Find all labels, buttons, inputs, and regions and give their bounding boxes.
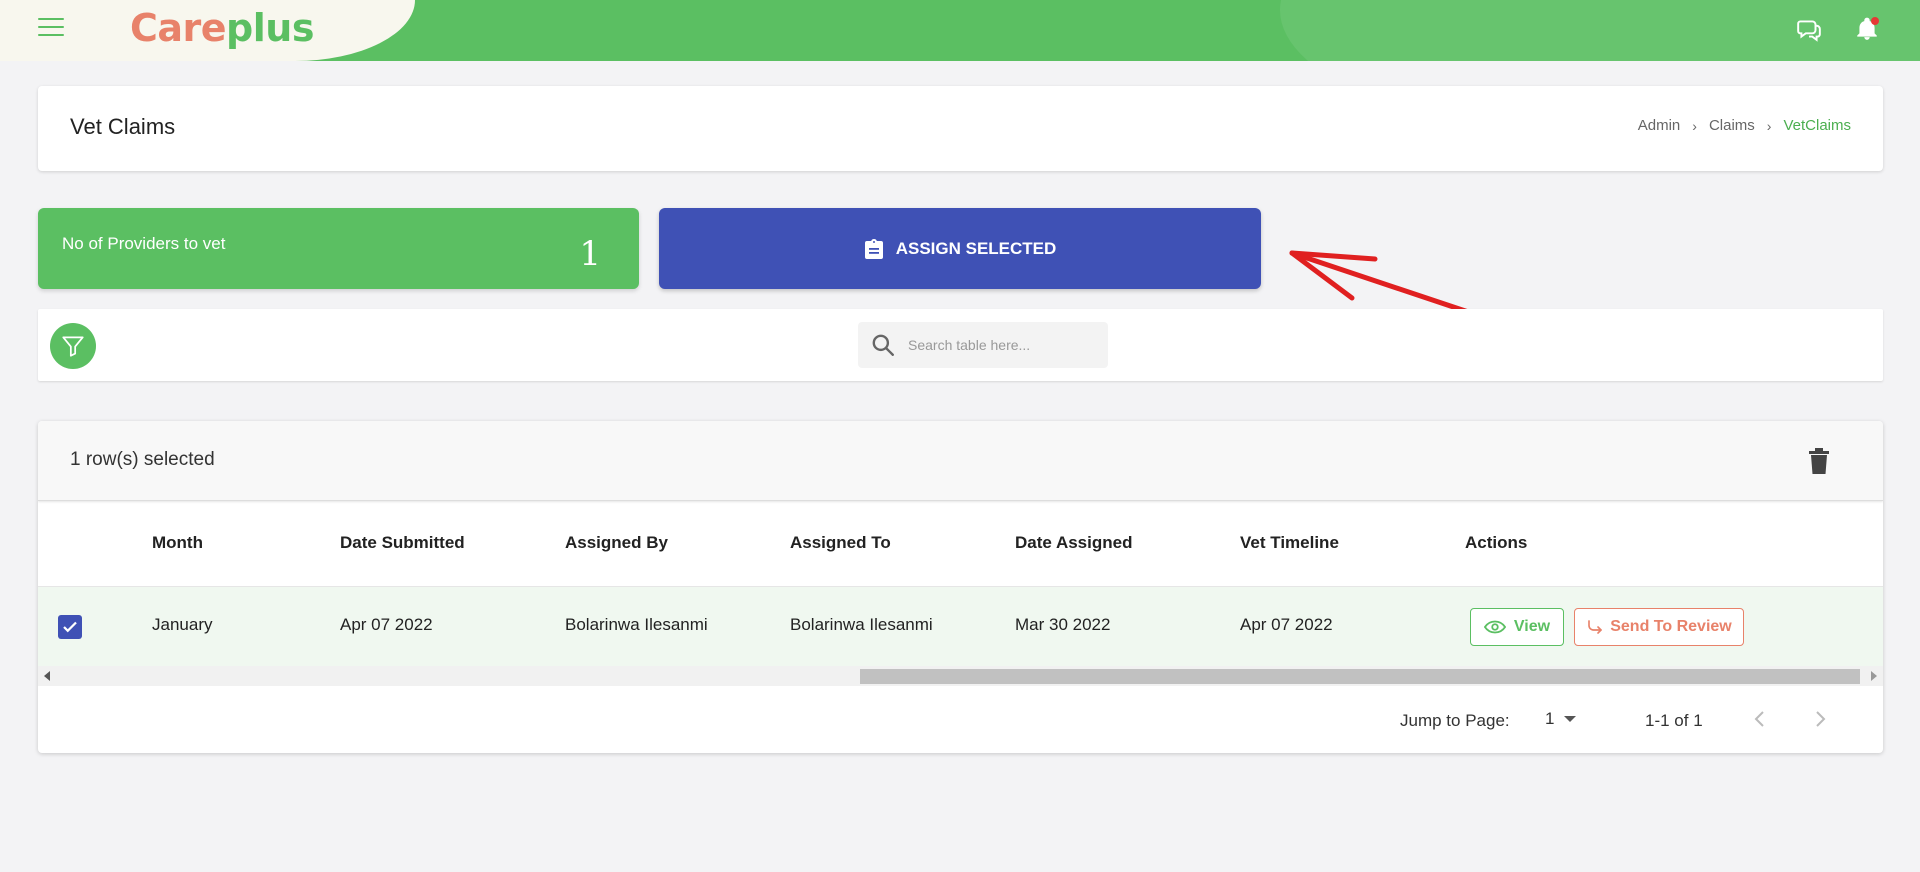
clipboard-icon [864,238,883,259]
redo-arrow-icon [1588,620,1603,634]
search-box [858,322,1108,368]
selection-count: 1 row(s) selected [70,449,215,470]
view-button[interactable]: View [1470,608,1564,646]
trash-icon[interactable] [1807,447,1833,475]
cell-date-assigned: Mar 30 2022 [1015,615,1111,634]
column-header-assigned-to[interactable]: Assigned To [790,533,891,553]
table-row[interactable]: January Apr 07 2022 Bolarinwa Ilesanmi B… [38,586,1883,666]
filter-bar [38,309,1883,381]
scrollbar-thumb[interactable] [860,669,1860,684]
chevron-right-icon: › [1766,117,1772,134]
view-button-label: View [1513,618,1551,635]
breadcrumb: Admin › Claims › VetClaims [1638,117,1851,134]
stats-label: No of Providers to vet [62,234,226,253]
scroll-left-arrow-icon[interactable] [44,671,50,681]
column-header-actions: Actions [1465,533,1528,552]
chat-icon[interactable] [1796,16,1822,42]
column-header-date-submitted[interactable]: Date Submitted [340,533,465,553]
cell-assigned-by: Bolarinwa Ilesanmi [565,615,708,634]
page-header-card: Vet Claims Admin › Claims › VetClaims [38,86,1883,171]
jump-to-page-label: Jump to Page: [1400,711,1510,730]
filter-icon [62,336,84,357]
cell-month: January [152,615,213,634]
row-checkbox[interactable] [58,615,82,639]
pagination: Jump to Page: 1 1-1 of 1 [38,701,1883,741]
search-input[interactable] [908,337,1088,353]
breadcrumb-vetclaims: VetClaims [1783,117,1851,134]
app-logo[interactable]: Careplus [130,6,314,50]
providers-to-vet-card: No of Providers to vet 1 [38,208,639,289]
column-header-month[interactable]: Month [152,533,203,553]
breadcrumb-admin[interactable]: Admin [1638,117,1681,134]
caret-down-icon [1564,716,1577,722]
claims-table-card: 1 row(s) selected Month Date Submitted A… [38,421,1883,753]
notification-badge [1871,17,1879,25]
chevron-right-icon[interactable] [1808,707,1832,731]
top-actions [1796,16,1880,42]
page-select[interactable]: 1 [1545,709,1577,729]
assign-selected-label: ASSIGN SELECTED [895,238,1057,258]
send-to-review-button[interactable]: Send To Review [1574,608,1744,646]
stats-value: 1 [579,234,601,274]
column-header-assigned-by[interactable]: Assigned By [565,533,668,553]
page-title: Vet Claims [70,114,176,139]
filter-button[interactable] [50,323,96,369]
chevron-left-icon[interactable] [1748,707,1772,731]
search-icon [872,334,894,356]
send-to-review-label: Send To Review [1610,618,1732,635]
page-select-value: 1 [1545,709,1555,728]
eye-icon [1483,620,1506,634]
cell-date-submitted: Apr 07 2022 [340,615,433,634]
cell-vet-timeline: Apr 07 2022 [1240,615,1333,634]
cell-assigned-to: Bolarinwa Ilesanmi [790,615,933,634]
assign-selected-button[interactable]: ASSIGN SELECTED [659,208,1261,289]
chevron-right-icon: › [1692,117,1697,134]
logo-text-plus: plus [226,6,314,50]
page-range: 1-1 of 1 [1645,711,1703,730]
breadcrumb-claims[interactable]: Claims [1709,117,1755,134]
bell-icon[interactable] [1854,16,1880,42]
scroll-right-arrow-icon[interactable] [1871,671,1877,681]
top-app-bar: Careplus [0,0,1920,61]
horizontal-scrollbar[interactable] [38,666,1883,686]
column-header-vet-timeline[interactable]: Vet Timeline [1240,533,1339,553]
menu-icon[interactable] [38,18,64,40]
logo-text-care: Care [130,6,227,50]
column-header-date-assigned[interactable]: Date Assigned [1015,533,1132,553]
selection-toolbar: 1 row(s) selected [38,421,1883,501]
check-icon [63,621,77,633]
